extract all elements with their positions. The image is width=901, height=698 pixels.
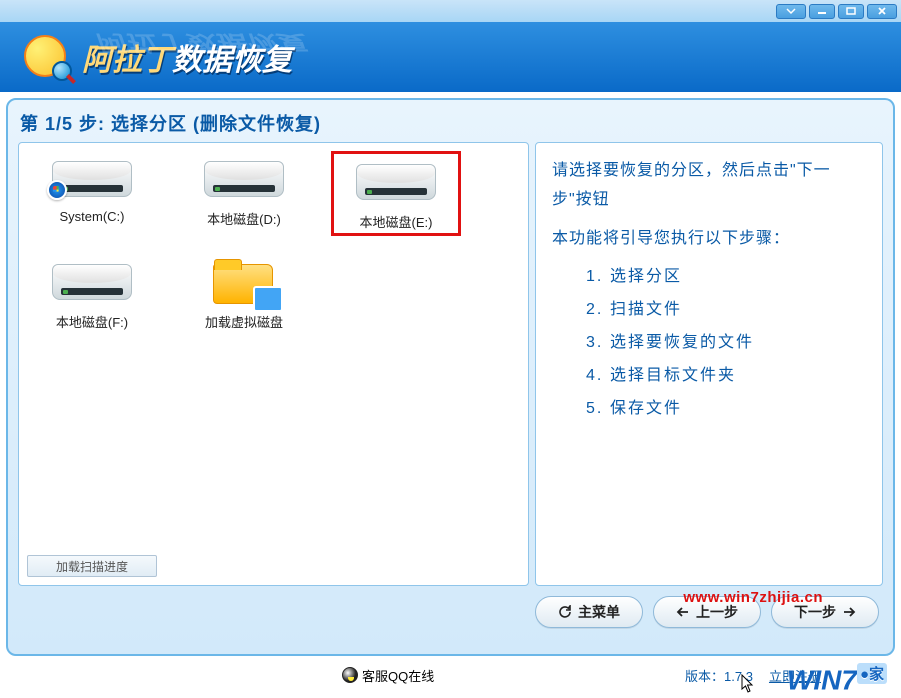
step-item: 3.选择要恢复的文件 xyxy=(586,329,866,358)
instruction-intro-2: 本功能将引导您执行以下步骤： xyxy=(552,225,866,254)
watermark-text: www.win7zhijia.cn xyxy=(683,589,823,606)
drive-label: 加载虚拟磁盘 xyxy=(181,312,307,331)
partition-list-panel: System(C:) 本地磁盘(D:) 本地磁盘(E:) xyxy=(18,142,529,586)
drive-item-system-c[interactable]: System(C:) xyxy=(27,151,157,236)
main-menu-button[interactable]: 主菜单 xyxy=(535,596,643,628)
drive-item-local-e[interactable]: 本地磁盘(E:) xyxy=(331,151,461,236)
drive-grid: System(C:) 本地磁盘(D:) 本地磁盘(E:) xyxy=(27,151,520,333)
step-title: 第 1/5 步: 选择分区 (删除文件恢复) xyxy=(20,110,883,136)
drive-label: System(C:) xyxy=(29,209,155,224)
arrow-right-icon xyxy=(842,605,856,619)
app-header: 阿拉丁数据恢复 xyxy=(0,22,901,92)
hdd-icon xyxy=(47,258,137,308)
status-bar: 客服QQ在线 版本：1.7.3 立即注册 立即购买 xyxy=(0,662,901,688)
step-item: 5.保存文件 xyxy=(586,395,866,424)
drive-item-local-d[interactable]: 本地磁盘(D:) xyxy=(179,151,309,236)
drive-item-local-f[interactable]: 本地磁盘(F:) xyxy=(27,254,157,333)
refresh-icon xyxy=(558,605,572,619)
qq-icon xyxy=(342,667,358,683)
drive-label: 本地磁盘(D:) xyxy=(181,209,307,228)
dropdown-button[interactable] xyxy=(776,4,806,19)
mouse-cursor-icon xyxy=(741,674,755,694)
instruction-steps: 1.选择分区 2.扫描文件 3.选择要恢复的文件 4.选择目标文件夹 5.保存文… xyxy=(586,263,866,423)
drive-label: 本地磁盘(E:) xyxy=(336,212,456,231)
main-panel: 第 1/5 步: 选择分区 (删除文件恢复) System(C:) 本地磁盘(D… xyxy=(6,98,895,656)
drive-label: 本地磁盘(F:) xyxy=(29,312,155,331)
hdd-icon xyxy=(47,155,137,205)
customer-service-link[interactable]: 客服QQ在线 xyxy=(342,666,434,685)
hdd-icon xyxy=(351,158,441,208)
step-item: 4.选择目标文件夹 xyxy=(586,362,866,391)
step-item: 2.扫描文件 xyxy=(586,296,866,325)
instructions-panel: 请选择要恢复的分区，然后点击"下一步"按钮 本功能将引导您执行以下步骤： 1.选… xyxy=(535,142,883,586)
load-scan-progress-button[interactable]: 加载扫描进度 xyxy=(27,555,157,577)
arrow-left-icon xyxy=(676,605,690,619)
window-titlebar xyxy=(0,0,901,22)
app-logo-icon xyxy=(20,31,72,83)
step-item: 1.选择分区 xyxy=(586,263,866,292)
folder-icon xyxy=(209,258,279,308)
close-button[interactable] xyxy=(867,4,897,19)
drive-item-load-virtual[interactable]: 加载虚拟磁盘 xyxy=(179,254,309,333)
app-title: 阿拉丁数据恢复 xyxy=(82,35,292,79)
instruction-intro-1: 请选择要恢复的分区，然后点击"下一步"按钮 xyxy=(552,157,866,215)
maximize-button[interactable] xyxy=(838,4,864,19)
minimize-button[interactable] xyxy=(809,4,835,19)
win7-logo: WIN7●家 xyxy=(787,663,887,696)
hdd-icon xyxy=(199,155,289,205)
